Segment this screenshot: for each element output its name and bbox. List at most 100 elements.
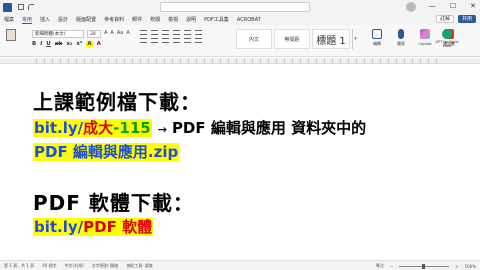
tab-insert[interactable]: 插入 [40,16,50,23]
link-line-2: bit.ly/PDF 軟體 [33,216,154,237]
tab-review[interactable]: 校閱 [150,16,160,23]
window-controls: — ☐ ✕ [429,2,476,10]
language-indicator[interactable]: 中文(台灣) [65,263,84,269]
dictate-label: 聽寫 [397,41,405,46]
close-button[interactable]: ✕ [470,2,476,10]
style-no-spacing[interactable]: 無間距 [274,29,310,49]
dictate-button[interactable]: 聽寫 [392,29,410,47]
tab-pdf-tools[interactable]: PDF工具集 [204,16,229,23]
paragraph-tools [140,30,203,43]
zoom-thumb[interactable] [422,263,426,269]
style-normal[interactable]: 內文 [236,29,272,49]
text-prediction[interactable]: 文字預測: 開啟 [92,263,119,269]
numbering-icon[interactable] [151,30,158,35]
copilot-label: Copilot [418,41,432,46]
heading-download: 上課範例檔下載： [33,90,201,114]
decrease-indent-icon[interactable] [173,30,180,35]
italic-button[interactable]: I [40,41,42,47]
menu-bar: 檔案 常用 插入 設計 版面配置 參考資料 郵件 校閱 檢視 說明 PDF工具集… [0,14,480,25]
highlight-button[interactable]: A [86,41,93,47]
align-left-icon[interactable] [140,38,147,43]
copilot-icon [420,29,430,39]
share-area: 註解 共用 [435,15,476,23]
underline-button[interactable]: U [46,41,50,47]
shrink-font-button[interactable]: A [110,30,113,36]
increase-indent-icon[interactable] [184,30,191,35]
link-highlight: bit.ly/成大-115 [33,119,152,137]
styles-more-icon[interactable]: ▾ [352,29,358,49]
word-window: — ☐ ✕ 檔案 常用 插入 設計 版面配置 參考資料 郵件 校閱 檢視 說明 … [0,0,480,270]
justify-icon[interactable] [173,38,180,43]
tab-acrobat[interactable]: ACROBAT [237,17,261,23]
font-size-dropdown[interactable]: 28 [87,30,101,38]
shading-icon[interactable] [195,38,202,43]
ruler-ticks [36,59,444,63]
accessibility-check[interactable]: 協助工具: 調查 [126,263,153,269]
line-spacing-icon[interactable] [184,38,191,43]
microphone-icon [398,29,404,39]
zoom-level[interactable]: 100% [465,264,476,269]
font-name-dropdown[interactable]: 新細明體(本文) [32,30,84,38]
word-count[interactable]: 40 個字 [42,263,56,269]
search-box[interactable] [160,2,310,12]
share-button[interactable]: 共用 [457,15,476,23]
tab-mailings[interactable]: 郵件 [132,16,142,23]
editing-button[interactable]: 編輯 [368,29,386,47]
bold-button[interactable]: B [32,41,36,47]
zoom-in-icon[interactable]: + [455,264,458,269]
tab-layout[interactable]: 版面配置 [76,16,96,23]
link-name-red[interactable]: 成大 [83,119,113,137]
align-right-icon[interactable] [162,38,169,43]
link2-highlight: bit.ly/PDF 軟體 [33,218,154,236]
document-page[interactable]: 上課範例檔下載： bit.ly/成大-115 → PDF 編輯與應用 資料夾中的 P… [0,64,480,260]
tab-home[interactable]: 常用 [22,16,33,24]
link2-prefix[interactable]: bit.ly/ [34,218,83,236]
link-suffix-green[interactable]: -115 [113,119,151,137]
grow-font-button[interactable]: A [104,30,107,36]
arrow-icon: → [157,123,167,136]
comment-button[interactable]: 註解 [435,15,454,23]
save-icon[interactable] [18,4,24,10]
zip-filename-line: PDF 編輯與應用.zip [33,141,180,162]
link-prefix[interactable]: bit.ly/ [34,119,83,137]
status-bar: 第 1 頁，共 1 頁 40 個字 中文(台灣) 文字預測: 開啟 協助工具: … [0,260,480,270]
heading-software-download: PDF 軟體下載： [33,191,194,215]
gpt-for-word-button[interactable]: GPT for Excel Word [432,29,462,48]
superscript-button[interactable]: x² [76,41,82,47]
undo-icon[interactable] [28,4,34,10]
tab-design[interactable]: 設計 [58,16,68,23]
link2-name-red[interactable]: PDF 軟體 [83,218,152,236]
clear-format-button[interactable]: A [126,30,129,36]
gpt-icon [442,29,452,39]
zoom-out-icon[interactable]: − [390,264,393,269]
subscript-button[interactable]: x₂ [66,41,72,47]
avatar[interactable] [406,2,416,12]
tab-references[interactable]: 參考資料 [104,16,124,23]
style-heading-1[interactable]: 標題 1 [312,29,350,49]
styles-gallery: 內文 無間距 標題 1 ▾ [236,29,358,49]
multilevel-list-icon[interactable] [162,30,169,35]
ribbon: 新細明體(本文) 28 A A Aa A B I U ab x₂ x² A A [0,25,480,80]
tab-view[interactable]: 檢視 [168,16,178,23]
strikethrough-button[interactable]: ab [55,41,63,47]
zoom-slider[interactable] [399,263,450,269]
word-logo-icon [3,2,12,12]
tab-file[interactable]: 檔案 [4,16,14,23]
sort-icon[interactable] [195,30,202,35]
title-bar: — ☐ ✕ [0,0,480,14]
paste-button[interactable] [4,29,18,45]
gpt-label: GPT for Excel Word [435,40,459,48]
bullets-icon[interactable] [140,30,147,35]
align-center-icon[interactable] [151,38,158,43]
tab-help[interactable]: 說明 [186,16,196,23]
focus-mode[interactable]: 專注 [376,263,384,269]
font-format-tools: B I U ab x₂ x² A A [32,41,101,47]
clipboard-icon [6,29,16,41]
font-color-button[interactable]: A [97,41,101,47]
change-case-button[interactable]: Aa [117,30,123,36]
page-count[interactable]: 第 1 頁，共 1 頁 [4,263,34,269]
font-size-tools: A A Aa A [104,30,130,36]
editing-label: 編輯 [373,41,381,46]
minimize-button[interactable]: — [429,2,436,10]
maximize-button[interactable]: ☐ [450,2,456,10]
